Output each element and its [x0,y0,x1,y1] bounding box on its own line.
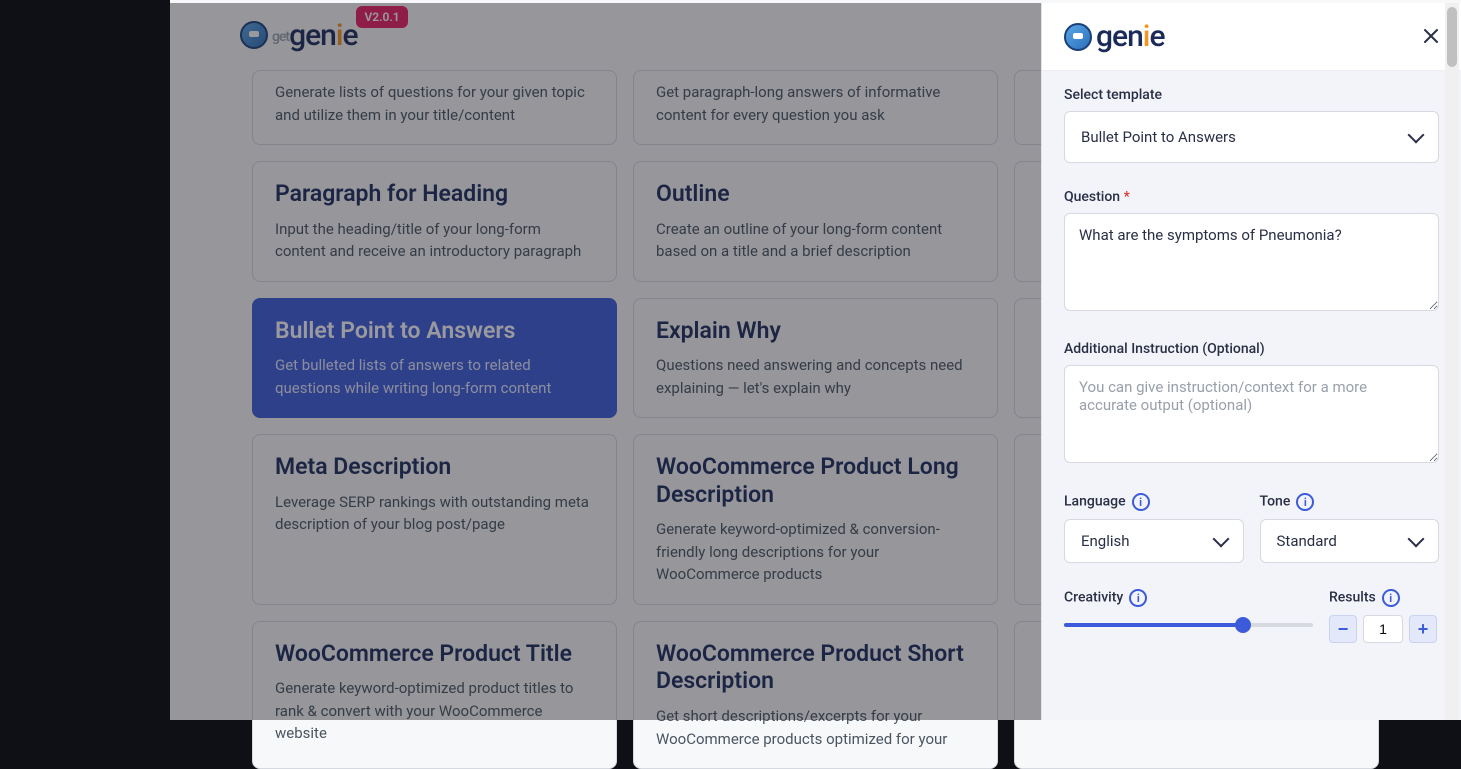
language-select-value: English [1081,532,1130,550]
info-icon[interactable]: i [1296,493,1314,511]
panel-brand-logo: genie [1064,19,1165,54]
tone-label: Tonei [1260,493,1440,511]
window-scrollbar[interactable] [1445,3,1459,720]
language-label: Languagei [1064,493,1244,511]
required-asterisk: * [1124,189,1130,205]
question-input[interactable] [1064,213,1439,311]
results-increment-button[interactable]: + [1409,615,1437,643]
genie-head-icon [1064,23,1092,51]
left-dark-sidebar [0,0,170,720]
info-icon[interactable]: i [1132,493,1150,511]
creativity-label: Creativityi [1064,589,1313,607]
panel-header: genie [1042,3,1461,71]
template-select-value: Bullet Point to Answers [1081,128,1236,146]
creativity-slider[interactable] [1064,615,1313,635]
results-label: Resultsi [1329,589,1439,607]
panel-body: Select template Bullet Point to Answers … [1042,71,1461,720]
chevron-down-icon [1408,126,1425,143]
info-icon[interactable]: i [1382,589,1400,607]
results-value-input[interactable] [1363,615,1403,643]
template-select[interactable]: Bullet Point to Answers [1064,111,1439,163]
tone-select-value: Standard [1277,532,1337,550]
results-decrement-button[interactable]: − [1329,615,1357,643]
chevron-down-icon [1408,530,1425,547]
additional-instruction-input[interactable] [1064,365,1439,463]
results-stepper: − + [1329,615,1439,643]
template-side-panel: genie Select template Bullet Point to An… [1041,3,1461,720]
info-icon[interactable]: i [1129,589,1147,607]
additional-instruction-label: Additional Instruction (Optional) [1064,341,1439,357]
language-select[interactable]: English [1064,519,1244,563]
close-icon [1423,28,1439,44]
template-label: Select template [1064,87,1439,103]
chevron-down-icon [1212,530,1229,547]
close-button[interactable] [1423,24,1439,50]
scrollbar-thumb[interactable] [1447,7,1457,67]
tone-select[interactable]: Standard [1260,519,1440,563]
question-label: Question * [1064,189,1439,205]
